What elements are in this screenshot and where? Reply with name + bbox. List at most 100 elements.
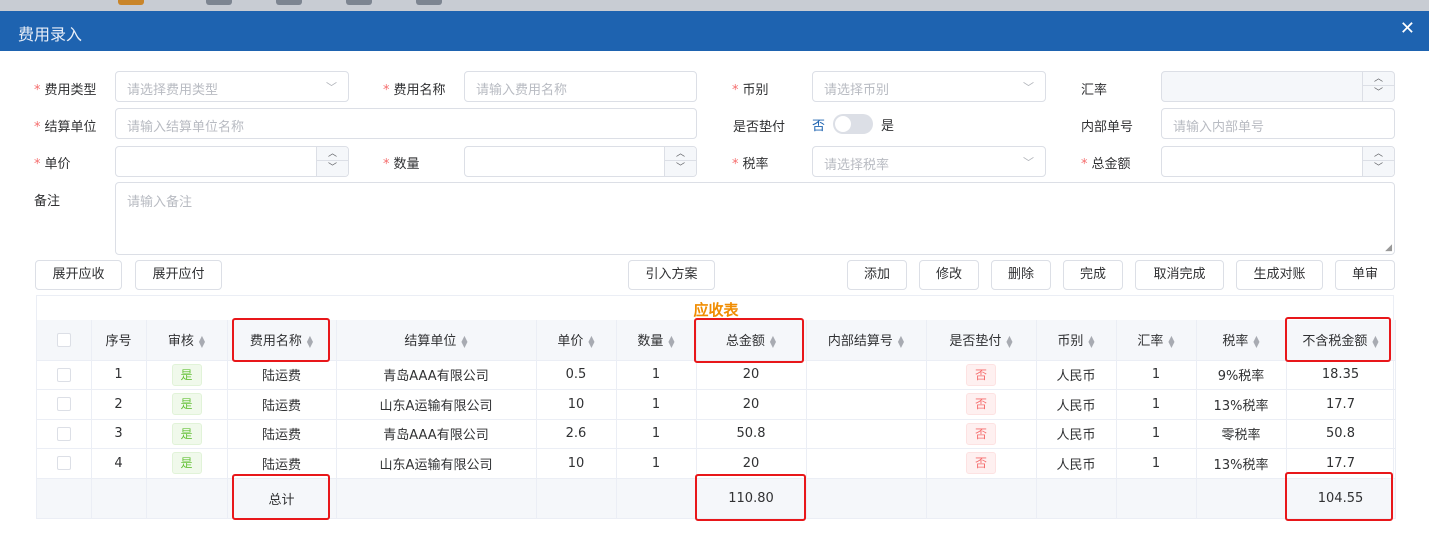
dialog-header: 费用录入 ✕ xyxy=(0,11,1429,51)
header-net-amount[interactable]: 不含税金额 ▲ ▼ xyxy=(1286,320,1396,361)
review-tag: 是 xyxy=(171,452,202,475)
sort-icon: ▲ ▼ xyxy=(306,333,314,349)
checkbox[interactable] xyxy=(56,397,71,412)
header-fee-name[interactable]: 费用名称 ▲ ▼ xyxy=(227,320,337,361)
cell-unit-price: 2.6 xyxy=(536,419,617,449)
fee-name-input[interactable]: 请输入费用名称 xyxy=(464,71,697,102)
cell-fee-name: 陆运费 xyxy=(227,448,337,479)
dialog-title: 费用录入 xyxy=(18,25,83,44)
table-row[interactable]: 3 是 陆运费 青岛AAA有限公司 2.6 1 50.8 否 人民币 1 零税率… xyxy=(37,419,1396,449)
stepper-up-icon: ︿ xyxy=(665,147,696,161)
modify-button[interactable]: 修改 xyxy=(919,260,979,290)
remark-label: 备注 xyxy=(34,194,61,209)
checkbox[interactable] xyxy=(56,367,71,382)
settlement-unit-input[interactable]: 请输入结算单位名称 xyxy=(115,108,697,139)
sort-icon: ▲ ▼ xyxy=(1372,333,1379,349)
stepper-up-icon: ︿ xyxy=(1363,147,1394,161)
sort-icon: ▲ ▼ xyxy=(769,333,777,349)
checkbox[interactable] xyxy=(56,456,71,471)
header-select-all[interactable] xyxy=(37,320,92,361)
sort-icon: ▲ ▼ xyxy=(1088,333,1095,349)
table-row[interactable]: 1 是 陆运费 青岛AAA有限公司 0.5 1 20 否 人民币 1 9%税率 … xyxy=(37,360,1396,390)
delete-button[interactable]: 删除 xyxy=(991,260,1051,290)
internal-no-input[interactable]: 请输入内部单号 xyxy=(1161,108,1395,139)
cell-fee-name: 陆运费 xyxy=(227,419,337,449)
header-tax[interactable]: 税率 ▲ ▼ xyxy=(1196,320,1287,361)
fee-type-select[interactable]: 请选择费用类型 ﹀ xyxy=(115,71,349,102)
advance-label: 是否垫付 xyxy=(733,120,786,135)
expand-receivable-button[interactable]: 展开应收 xyxy=(35,260,122,290)
cell-fee-name: 陆运费 xyxy=(227,389,337,420)
cancel-complete-button[interactable]: 取消完成 xyxy=(1135,260,1224,290)
header-quantity[interactable]: 数量 ▲ ▼ xyxy=(616,320,697,361)
complete-button[interactable]: 完成 xyxy=(1063,260,1123,290)
tax-rate-select[interactable]: 请选择税率 ﹀ xyxy=(812,146,1046,177)
total-amount-label: * 总金额 xyxy=(1081,157,1131,172)
cell-tax: 零税率 xyxy=(1196,419,1287,449)
add-button[interactable]: 添加 xyxy=(847,260,907,290)
cell-net-amount: 18.35 xyxy=(1286,360,1396,390)
cell-index: 3 xyxy=(91,419,147,449)
advance-on-text: 是 xyxy=(881,118,895,134)
table-row[interactable]: 4 是 陆运费 山东A运输有限公司 10 1 20 否 人民币 1 13%税率 … xyxy=(37,448,1396,479)
tax-rate-label: * 税率 xyxy=(732,157,769,172)
cell-rate: 1 xyxy=(1116,360,1197,390)
expand-payable-button[interactable]: 展开应付 xyxy=(135,260,222,290)
unit-price-input[interactable]: ︿ ﹀ xyxy=(115,146,349,177)
fee-name-label: * 费用名称 xyxy=(383,83,446,98)
header-review[interactable]: 审核 ▲ ▼ xyxy=(146,320,228,361)
advance-switch[interactable] xyxy=(833,114,874,134)
cell-unit-price: 10 xyxy=(536,389,617,420)
stepper-down-icon: ﹀ xyxy=(1373,163,1383,173)
chevron-down-icon: ﹀ xyxy=(1023,81,1034,94)
table-header-row: 序号 审核 ▲ ▼ 费用名称 ▲ ▼ 结算单位 ▲ ▼ 单价 ▲ ▼ 数量 ▲ ▼ 总金额 ▲ ▼ 内部… xyxy=(37,320,1396,361)
cell-quantity: 1 xyxy=(616,360,697,390)
header-unit-price[interactable]: 单价 ▲ ▼ xyxy=(536,320,617,361)
header-currency[interactable]: 币别 ▲ ▼ xyxy=(1036,320,1117,361)
cell-rate: 1 xyxy=(1116,389,1197,420)
stepper[interactable]: ︿ ﹀ xyxy=(316,147,348,176)
tab-marker xyxy=(276,0,302,5)
currency-label: * 币别 xyxy=(732,83,769,98)
checkbox[interactable] xyxy=(56,426,71,441)
receivable-table: 应收表 序号 审核 ▲ ▼ 费用名称 ▲ ▼ 结算单位 ▲ ▼ 单价 ▲ ▼ 数量 ▲ ▼ 总金额 ▲… xyxy=(36,295,1396,519)
cell-total: 20 xyxy=(696,389,807,420)
quantity-input[interactable]: ︿ ﹀ xyxy=(464,146,697,177)
cell-settlement-unit: 山东A运输有限公司 xyxy=(336,389,537,420)
settlement-unit-label: * 结算单位 xyxy=(34,120,97,135)
table-title: 应收表 xyxy=(693,301,739,319)
cell-settlement-unit: 青岛AAA有限公司 xyxy=(336,419,537,449)
cell-index: 1 xyxy=(91,360,147,390)
currency-select[interactable]: 请选择币别 ﹀ xyxy=(812,71,1046,102)
close-icon[interactable]: ✕ xyxy=(1400,18,1415,39)
sort-icon: ▲ ▼ xyxy=(1006,333,1013,349)
unit-price-label: * 单价 xyxy=(34,157,71,172)
import-plan-button[interactable]: 引入方案 xyxy=(628,260,715,290)
header-total[interactable]: 总金额 ▲ ▼ xyxy=(696,320,807,361)
advance-switch-group: 否 是 xyxy=(812,113,894,135)
stepper[interactable]: ︿ ﹀ xyxy=(1362,147,1394,176)
generate-reconcile-button[interactable]: 生成对账 xyxy=(1236,260,1323,290)
header-index: 序号 xyxy=(91,320,147,361)
header-rate[interactable]: 汇率 ▲ ▼ xyxy=(1116,320,1197,361)
summary-label: 总计 xyxy=(227,478,337,519)
advance-off-text: 否 xyxy=(812,118,826,134)
top-tab-strip xyxy=(0,0,1429,11)
chevron-down-icon: ﹀ xyxy=(1023,156,1034,169)
cell-settlement-unit: 山东A运输有限公司 xyxy=(336,448,537,479)
summary-total: 110.80 xyxy=(696,478,807,519)
checkbox[interactable] xyxy=(56,332,71,347)
header-internal-no[interactable]: 内部结算号 ▲ ▼ xyxy=(806,320,927,361)
review-tag: 是 xyxy=(171,393,202,416)
total-amount-input[interactable]: ︿ ﹀ xyxy=(1161,146,1395,177)
review-button[interactable]: 单审 xyxy=(1335,260,1395,290)
cell-quantity: 1 xyxy=(616,448,697,479)
header-advance[interactable]: 是否垫付 ▲ ▼ xyxy=(926,320,1037,361)
resize-handle-icon[interactable]: ◢ xyxy=(1385,243,1392,253)
cell-currency: 人民币 xyxy=(1036,360,1117,390)
header-settlement-unit[interactable]: 结算单位 ▲ ▼ xyxy=(336,320,537,361)
cell-settlement-unit: 青岛AAA有限公司 xyxy=(336,360,537,390)
stepper[interactable]: ︿ ﹀ xyxy=(664,147,696,176)
remark-textarea[interactable]: 请输入备注 ◢ xyxy=(115,182,1395,255)
table-row[interactable]: 2 是 陆运费 山东A运输有限公司 10 1 20 否 人民币 1 13%税率 … xyxy=(37,389,1396,420)
